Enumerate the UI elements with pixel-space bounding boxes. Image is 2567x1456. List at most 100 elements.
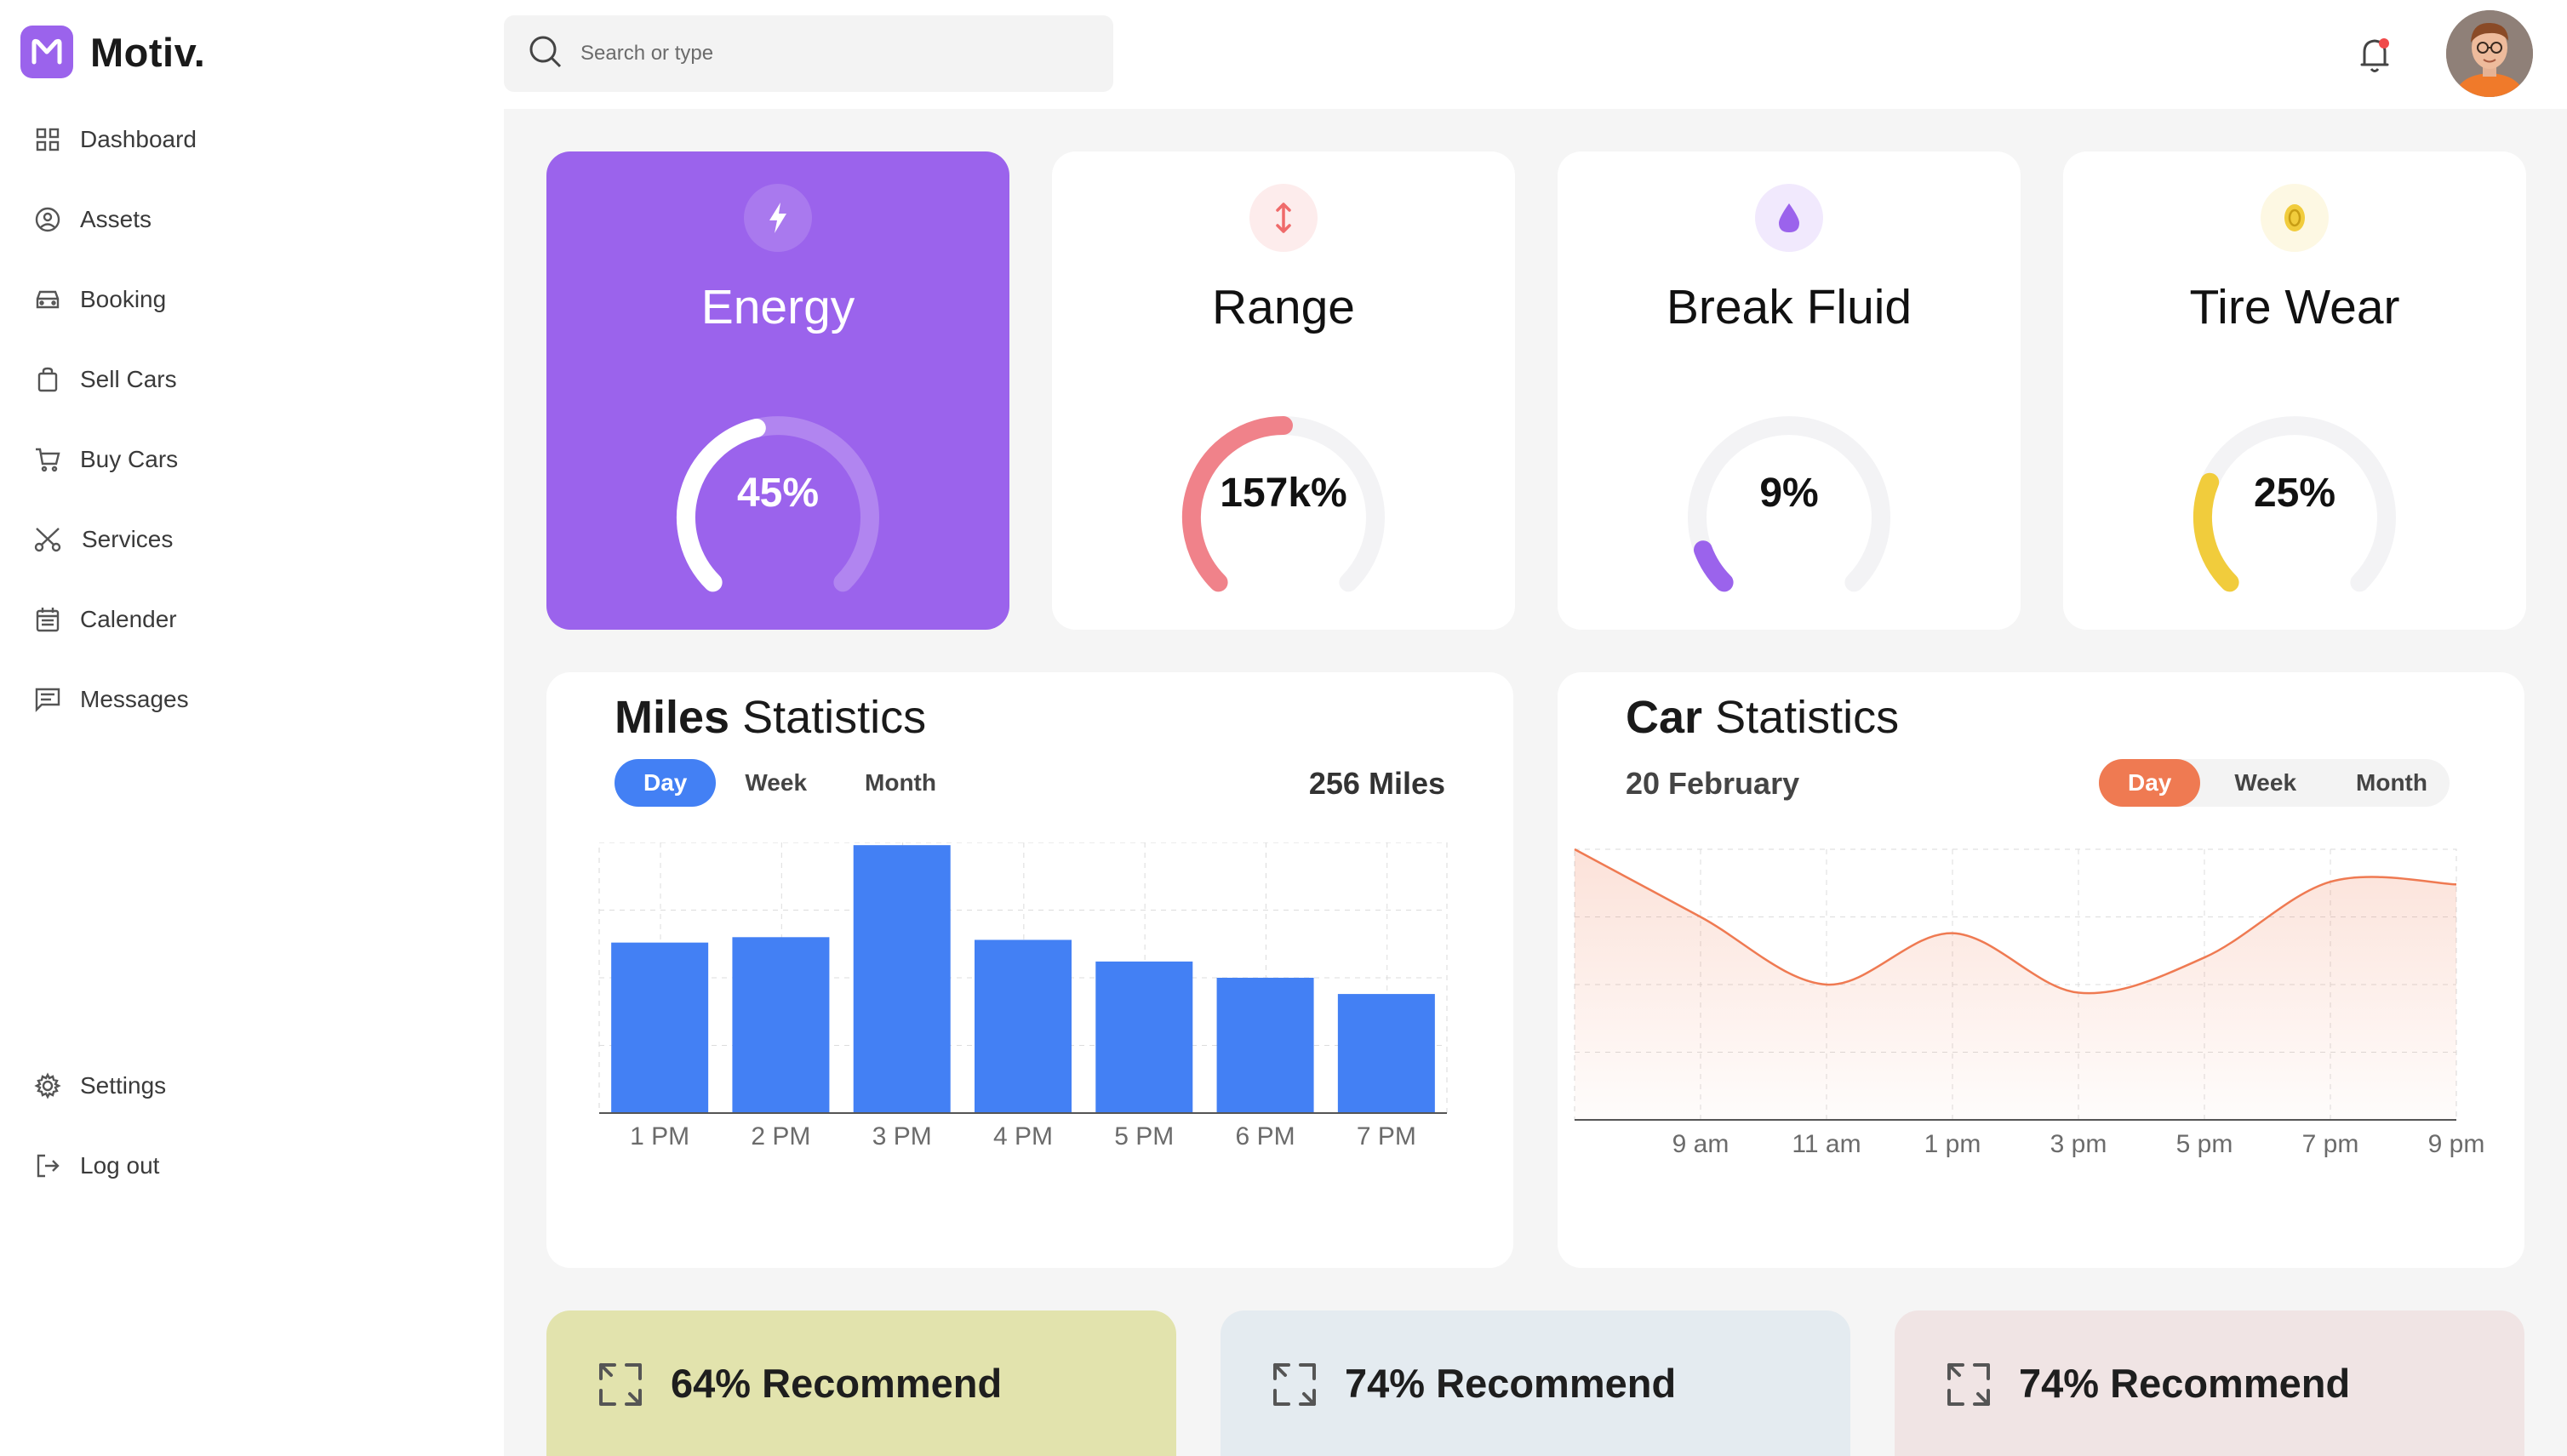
sidebar-item-calender[interactable]: Calender	[32, 594, 177, 645]
bar	[1216, 978, 1314, 1113]
sidebar-item-messages[interactable]: Messages	[32, 674, 189, 725]
sidebar-item-booking[interactable]: Booking	[32, 274, 166, 325]
x-tick-label: 2 PM	[751, 1122, 810, 1151]
sidebar-item-label: Messages	[80, 686, 189, 712]
sidebar-item-logout[interactable]: Log out	[32, 1140, 159, 1191]
up-down-arrow-icon	[1249, 184, 1318, 252]
sidebar-item-label: Calender	[80, 606, 177, 632]
x-tick-label: 3 pm	[2050, 1130, 2107, 1158]
gauge-fill	[1694, 540, 1734, 592]
search-box[interactable]	[504, 15, 1113, 92]
title-rest: Statistics	[1715, 692, 1900, 743]
x-tick-label: 9 pm	[2428, 1130, 2485, 1158]
sidebar-item-sell-cars[interactable]: Sell Cars	[32, 354, 177, 405]
message-icon	[32, 684, 63, 715]
gauge-value: 157k%	[1220, 471, 1347, 516]
sidebar: Motiv. Dashboard Assets Booking Sell Car…	[0, 0, 504, 1456]
energy-card[interactable]: Energy 45%	[546, 151, 1009, 630]
user-avatar[interactable]	[2446, 10, 2533, 97]
gauge-title: Range	[1212, 280, 1355, 334]
sidebar-item-label: Dashboard	[80, 126, 197, 152]
sidebar-item-label: Services	[82, 526, 174, 552]
lightning-icon	[744, 184, 812, 252]
recommend-label: 74% Recommend	[2019, 1361, 2351, 1406]
motiv-logo-icon	[20, 26, 73, 78]
sidebar-item-label: Buy Cars	[80, 446, 179, 472]
search-icon	[528, 34, 563, 74]
sidebar-item-services[interactable]: Services	[32, 514, 173, 565]
drop-icon	[1755, 184, 1823, 252]
tab-week[interactable]: Week	[716, 759, 836, 807]
bar	[732, 937, 830, 1113]
miles-tabs: Day Week Month	[615, 759, 965, 807]
gauge-value: 25%	[2253, 471, 2336, 516]
recommend-card[interactable]: 64% Recommend	[546, 1310, 1176, 1456]
gauge-value: 9%	[1759, 471, 1819, 516]
recommend-label: 64% Recommend	[671, 1361, 1003, 1406]
sidebar-item-assets[interactable]: Assets	[32, 194, 152, 245]
sidebar-item-settings[interactable]: Settings	[32, 1060, 166, 1111]
app-name: Motiv.	[90, 29, 206, 75]
x-tick-label: 1 PM	[630, 1122, 689, 1151]
tab-week[interactable]: Week	[2200, 759, 2330, 807]
car-statistics-title: Car Statistics	[1626, 691, 1899, 744]
gauge-title: Break Fluid	[1666, 280, 1912, 334]
title-bold: Car	[1626, 692, 1703, 743]
bar	[611, 942, 709, 1113]
sidebar-item-label: Settings	[80, 1072, 167, 1099]
sidebar-item-buy-cars[interactable]: Buy Cars	[32, 434, 178, 485]
notification-bell-icon[interactable]	[2356, 34, 2397, 77]
gauge-title: Tire Wear	[2189, 280, 2400, 334]
recommend-card[interactable]: 74% Recommend	[1221, 1310, 1850, 1456]
car-statistics-card: Car Statistics 20 February Day Week Mont…	[1558, 672, 2524, 1268]
break-fluid-card[interactable]: Break Fluid 9%	[1558, 151, 2021, 630]
logout-icon	[32, 1151, 63, 1181]
x-tick-label: 7 PM	[1357, 1122, 1416, 1151]
sidebar-item-label: Log out	[80, 1152, 160, 1179]
car-date: 20 February	[1626, 766, 1800, 801]
x-tick-label: 5 PM	[1114, 1122, 1174, 1151]
x-tick-label: 7 pm	[2302, 1130, 2359, 1158]
miles-total: 256 Miles	[1308, 766, 1445, 801]
gauge-title: Energy	[700, 280, 855, 334]
car-tabs: Day Week Month	[2099, 759, 2450, 807]
recommend-label: 74% Recommend	[1345, 1361, 1677, 1406]
gear-icon	[32, 1071, 63, 1101]
shopping-bag-icon	[32, 364, 63, 395]
tab-day[interactable]: Day	[2099, 759, 2201, 807]
coin-icon	[2261, 184, 2329, 252]
grid-icon	[32, 124, 63, 155]
gauge-value: 45%	[736, 471, 820, 516]
scissors-icon	[32, 524, 63, 555]
sidebar-item-dashboard[interactable]: Dashboard	[32, 114, 197, 165]
recommend-card[interactable]: 74% Recommend	[1895, 1310, 2524, 1456]
miles-statistics-card: Miles Statistics Day Week Month 256 Mile…	[546, 672, 1513, 1268]
bar	[1095, 961, 1193, 1113]
sidebar-item-label: Sell Cars	[80, 366, 177, 392]
title-rest: Statistics	[742, 692, 927, 743]
miles-bar-chart: 1 PM 2 PM 3 PM 4 PM 5 PM 6 PM 7 PM	[598, 842, 1448, 1151]
bar	[853, 845, 951, 1113]
steering-wheel-icon	[32, 204, 63, 235]
tab-month[interactable]: Month	[2330, 759, 2450, 807]
bar	[975, 939, 1072, 1113]
x-tick-label: 5 pm	[2176, 1130, 2233, 1158]
tab-day[interactable]: Day	[615, 759, 717, 807]
refresh-arrows-icon	[1944, 1360, 1993, 1413]
search-input[interactable]	[580, 42, 1057, 66]
tab-month[interactable]: Month	[836, 759, 965, 807]
range-card[interactable]: Range 157k%	[1052, 151, 1515, 630]
app-logo[interactable]: Motiv.	[20, 26, 205, 78]
area-fill	[1575, 849, 2456, 1120]
refresh-arrows-icon	[1270, 1360, 1319, 1413]
x-tick-label: 6 PM	[1236, 1122, 1295, 1151]
car-area-chart: 9 am 11 am 1 pm 3 pm 5 pm 7 pm 9 pm	[1574, 848, 2485, 1158]
sidebar-item-label: Assets	[80, 206, 152, 232]
cart-icon	[32, 444, 63, 475]
tire-wear-card[interactable]: Tire Wear 25%	[2063, 151, 2526, 630]
title-bold: Miles	[615, 692, 730, 743]
x-tick-label: 4 PM	[993, 1122, 1053, 1151]
x-tick-label: 1 pm	[1924, 1130, 1981, 1158]
sidebar-item-label: Booking	[80, 286, 167, 312]
calendar-icon	[32, 604, 63, 635]
